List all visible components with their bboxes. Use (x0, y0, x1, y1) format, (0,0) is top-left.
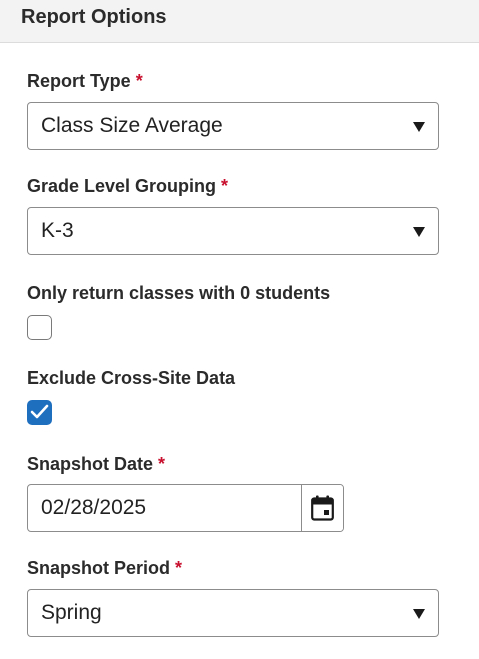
snapshot-date-label-text: Snapshot Date (27, 454, 154, 474)
exclude-cross-site-label: Exclude Cross-Site Data (27, 368, 236, 388)
report-type-value: Class Size Average (41, 114, 223, 137)
report-type-label: Report Type * (27, 71, 143, 92)
snapshot-period-label: Snapshot Period * (27, 558, 182, 579)
date-picker-button[interactable] (301, 485, 343, 531)
checkmark-icon (30, 404, 49, 419)
chevron-down-icon (413, 122, 425, 132)
required-marker: * (135, 71, 143, 91)
snapshot-period-value: Spring (41, 601, 102, 624)
zero-students-label: Only return classes with 0 students (27, 283, 331, 303)
required-marker: * (221, 176, 229, 196)
snapshot-period-label-text: Snapshot Period (27, 558, 171, 578)
grade-level-grouping-select[interactable]: K-3 (27, 207, 439, 255)
required-marker: * (175, 558, 183, 578)
zero-students-checkbox[interactable] (27, 315, 52, 340)
report-type-label-text: Report Type (27, 71, 131, 91)
grade-level-grouping-value: K-3 (41, 219, 74, 242)
snapshot-date-input[interactable] (28, 485, 302, 531)
report-type-select[interactable]: Class Size Average (27, 102, 439, 150)
panel-title: Report Options (21, 6, 167, 28)
exclude-cross-site-checkbox[interactable] (27, 400, 52, 425)
grade-level-grouping-label: Grade Level Grouping * (27, 176, 228, 197)
report-options-header: Report Options (0, 0, 479, 43)
chevron-down-icon (413, 609, 425, 619)
snapshot-date-field (27, 484, 344, 532)
snapshot-date-label: Snapshot Date * (27, 454, 165, 475)
required-marker: * (158, 454, 166, 474)
chevron-down-icon (413, 227, 425, 237)
snapshot-period-select[interactable]: Spring (27, 589, 439, 637)
grade-level-grouping-label-text: Grade Level Grouping (27, 176, 217, 196)
calendar-icon (311, 495, 334, 521)
